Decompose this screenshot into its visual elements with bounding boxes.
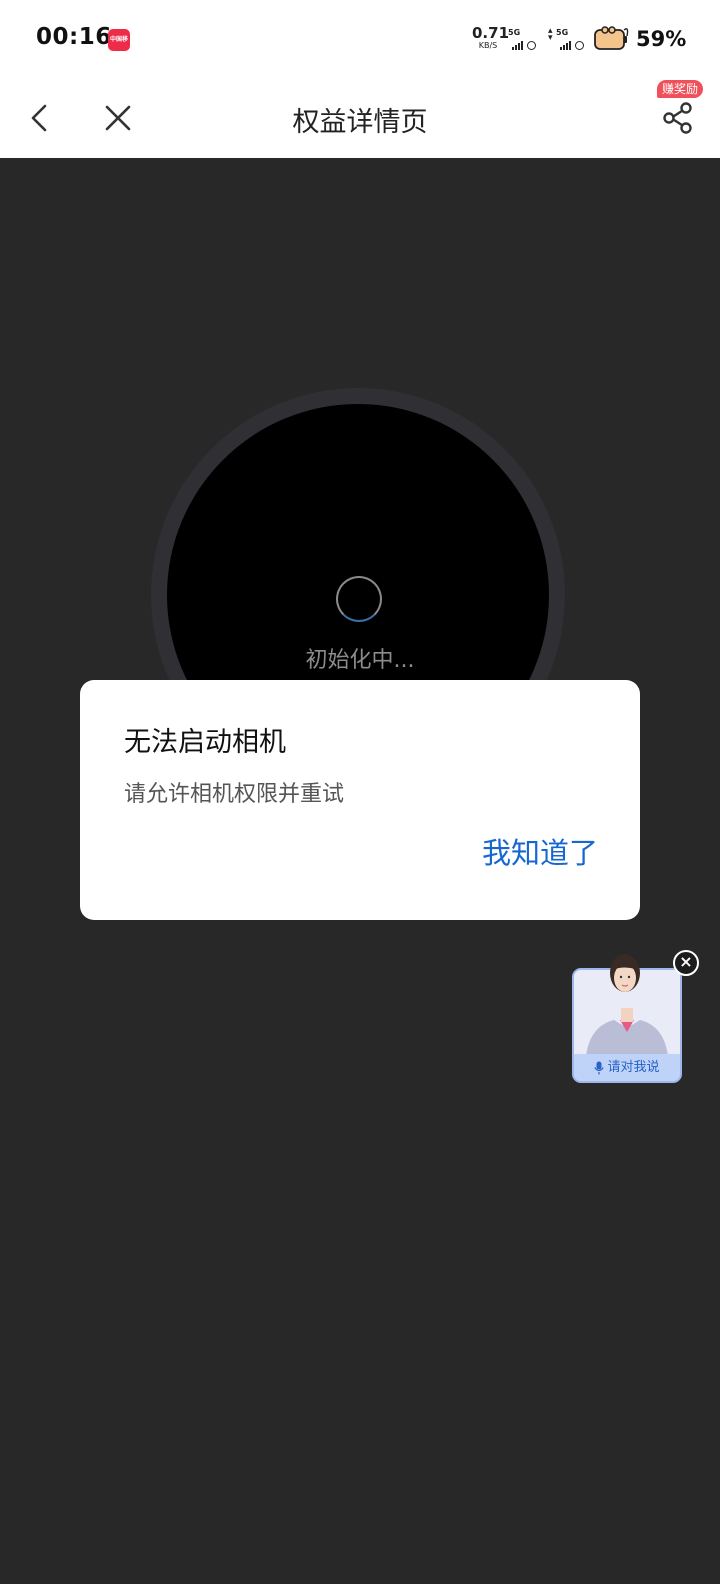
assistant-prompt[interactable]: 请对我说 — [574, 1054, 680, 1081]
status-bar: 00:16 中国移动 0.71 KB/S 5G ▴▾ 5G 59% — [0, 0, 720, 80]
signal-sim2-icon: 5G — [556, 28, 584, 52]
camera-status-text: 初始化中... — [305, 648, 415, 673]
microphone-icon — [594, 1061, 605, 1074]
loading-spinner-icon — [336, 576, 382, 622]
data-arrows-icon: ▴ ▾ — [548, 26, 553, 43]
dialog-confirm-button[interactable]: 我知道了 — [482, 830, 598, 872]
assistant-prompt-label: 请对我说 — [607, 1060, 660, 1075]
share-icon[interactable] — [660, 100, 696, 136]
nav-bar: 权益详情页 — [0, 80, 720, 158]
network-speed-unit: KB/S — [478, 41, 498, 50]
assistant-close-button[interactable]: × — [673, 950, 699, 976]
page-title: 权益详情页 — [292, 107, 428, 138]
signal-sim1-icon: 5G — [508, 28, 536, 52]
camera-error-dialog: 无法启动相机 请允许相机权限并重试 我知道了 — [80, 680, 640, 920]
status-time: 00:16 — [36, 24, 112, 50]
reward-badge[interactable]: 赚奖励 — [657, 80, 704, 98]
dialog-title: 无法启动相机 — [124, 727, 286, 758]
battery-icon — [594, 26, 629, 50]
dialog-message: 请允许相机权限并重试 — [124, 782, 345, 807]
network-speed-value: 0.71 — [472, 24, 510, 42]
battery-percent: 59% — [636, 27, 687, 51]
app-notification-icon: 中国移动 — [108, 29, 130, 51]
assistant-head — [610, 954, 640, 992]
network-speed: 0.71 KB/S — [472, 24, 510, 51]
